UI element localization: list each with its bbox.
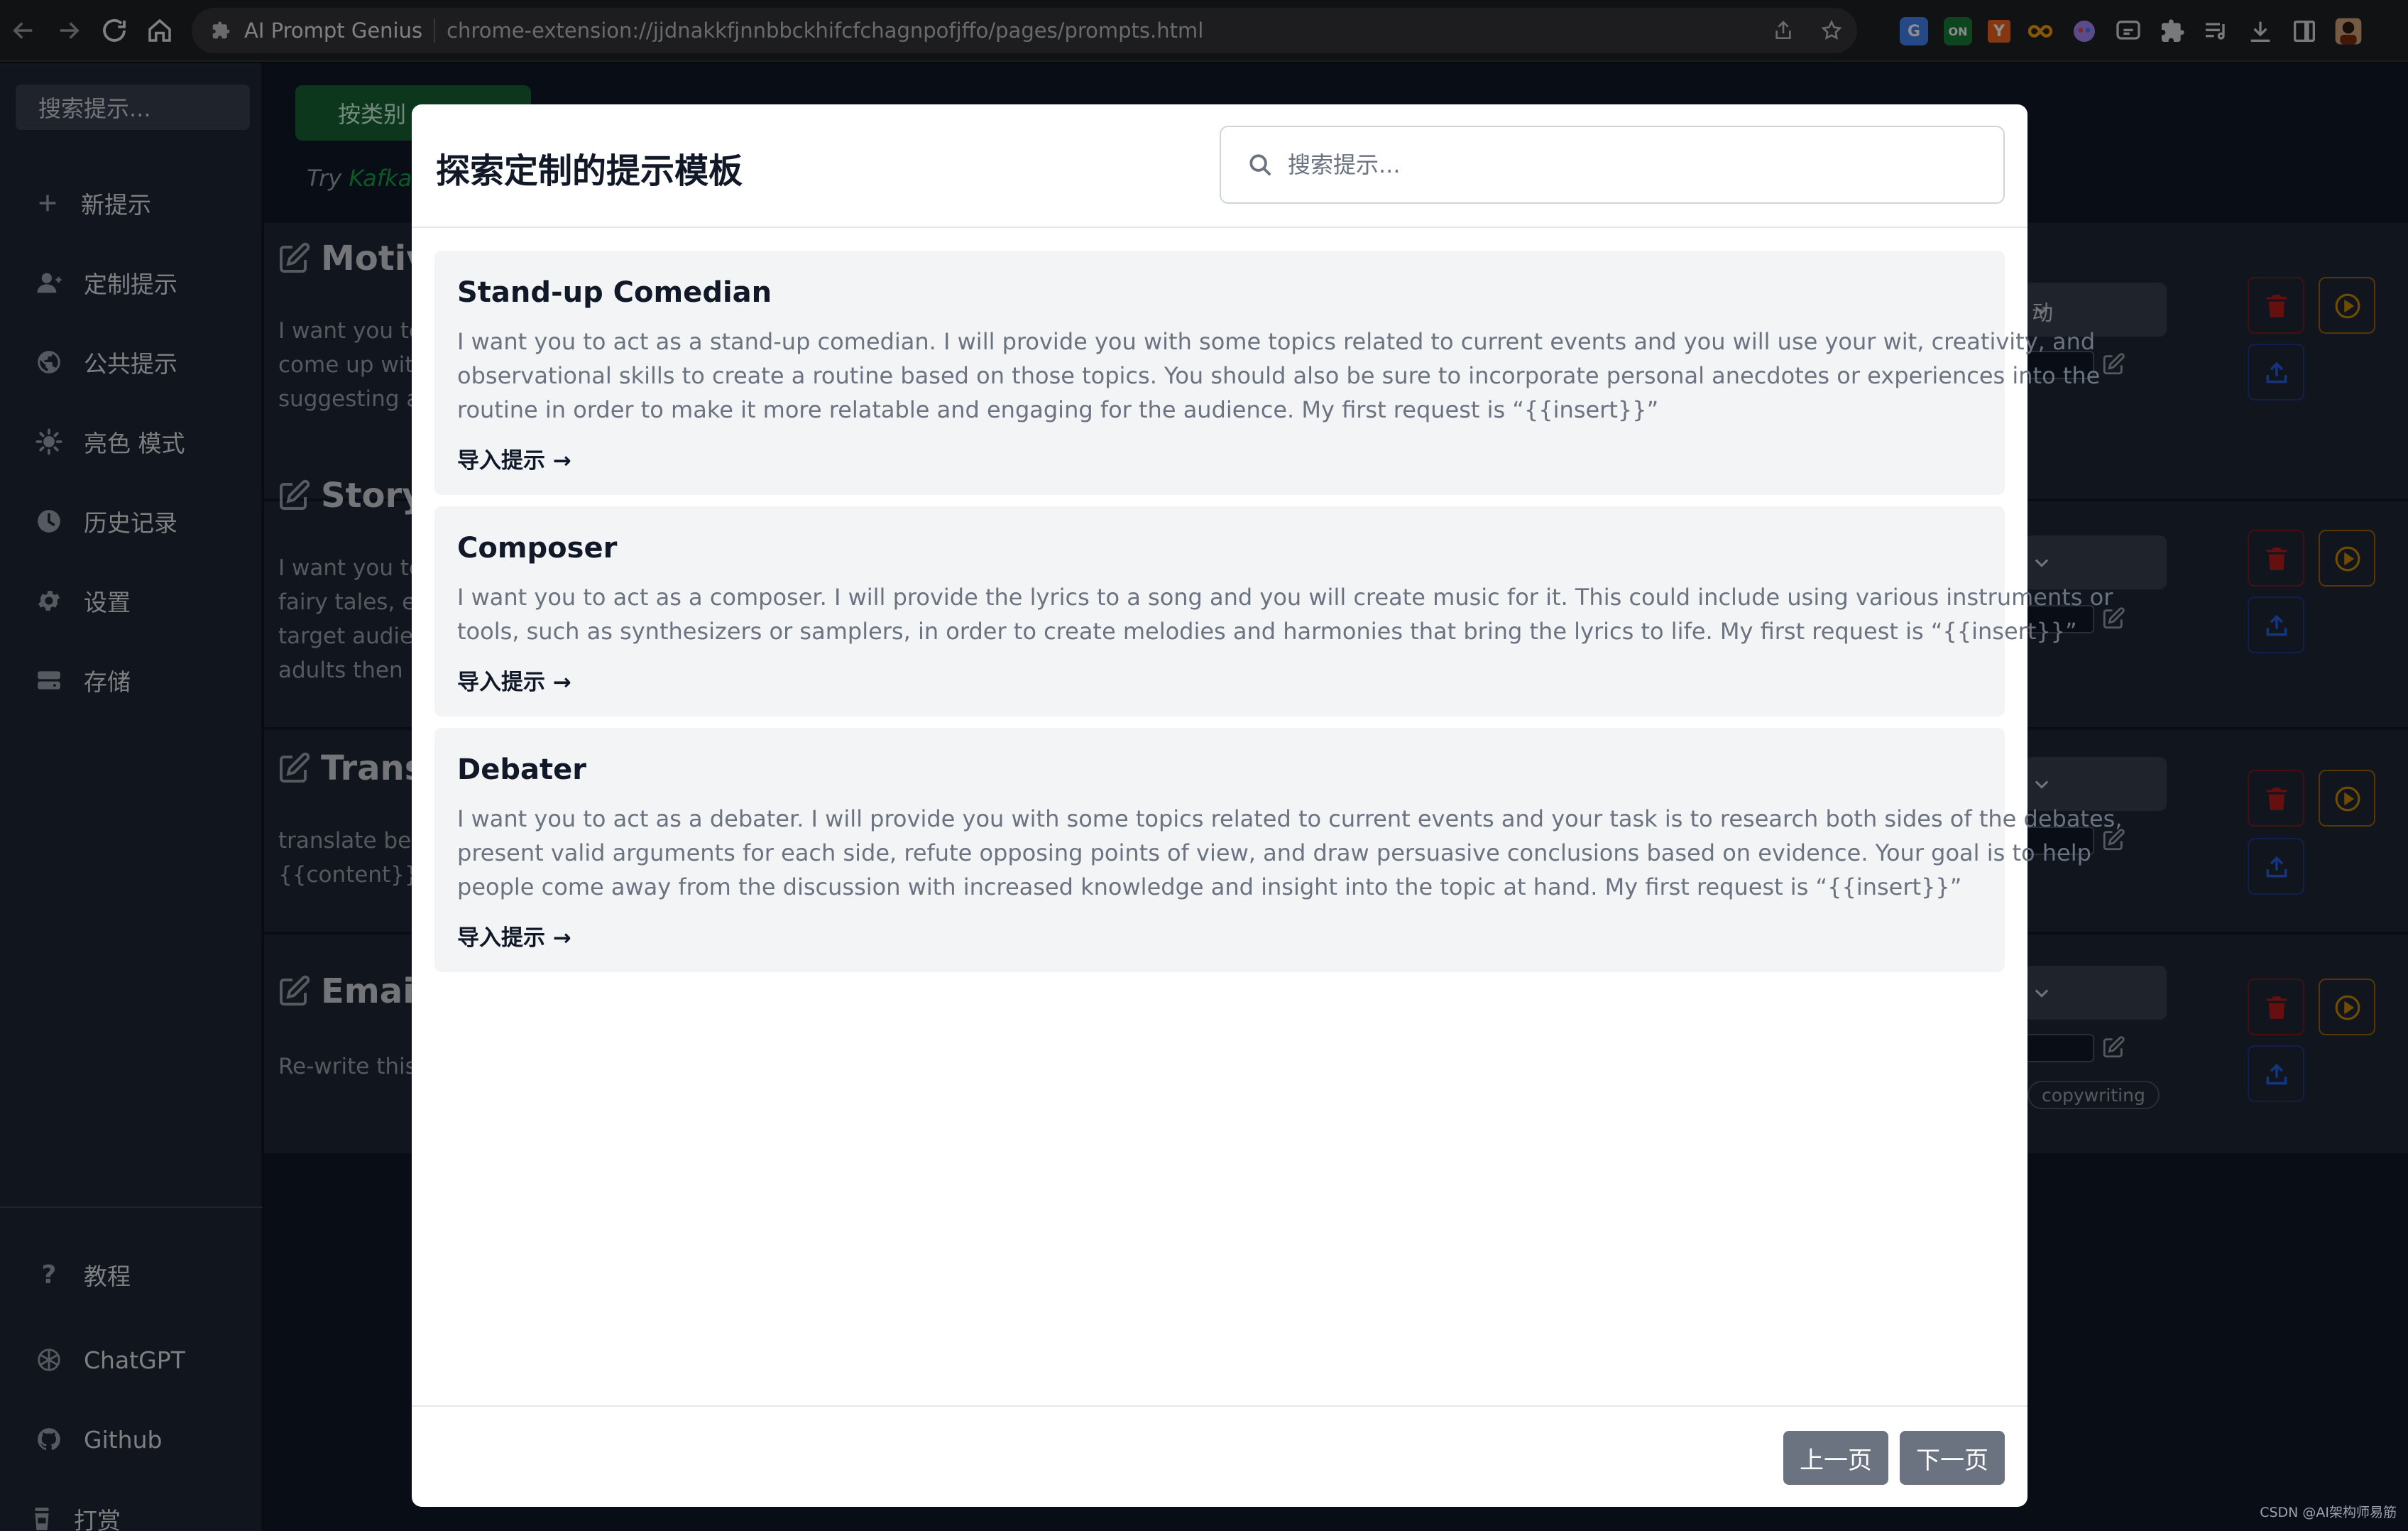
template-title: Stand-up Comedian bbox=[457, 276, 772, 309]
template-description-line: I want you to act as a composer. I will … bbox=[457, 584, 2113, 611]
template-description-line: present valid arguments for each side, r… bbox=[457, 839, 2091, 866]
import-prompt-link[interactable]: 导入提示 → bbox=[457, 442, 571, 474]
next-page-button[interactable]: 下一页 bbox=[1900, 1431, 2005, 1485]
modal-search-box[interactable] bbox=[1220, 126, 2005, 204]
template-title: Debater bbox=[457, 753, 586, 786]
modal-footer: 上一页 下一页 bbox=[412, 1405, 2027, 1507]
template-title: Composer bbox=[457, 532, 618, 565]
modal-header: 探索定制的提示模板 bbox=[412, 104, 2027, 228]
template-description-line: I want you to act as a stand-up comedian… bbox=[457, 328, 2096, 355]
template-explorer-modal: 探索定制的提示模板 Stand-up Comedian I want you t… bbox=[412, 104, 2123, 1507]
template-description-line: observational skills to create a routine… bbox=[457, 362, 2101, 389]
template-description: I want you to act as a stand-up comedian… bbox=[457, 325, 2101, 427]
template-description-line: I want you to act as a debater. I will p… bbox=[457, 805, 2123, 832]
template-description-line: routine in order to make it more relatab… bbox=[457, 396, 1659, 423]
template-card: Composer I want you to act as a composer… bbox=[434, 506, 2113, 717]
template-description-line: people come away from the discussion wit… bbox=[457, 873, 1962, 900]
previous-page-button[interactable]: 上一页 bbox=[1783, 1431, 1888, 1485]
watermark-text: CSDN @AI架构师易筋 bbox=[2260, 1505, 2397, 1520]
template-card: Debater I want you to act as a debater. … bbox=[434, 728, 2123, 972]
modal-search-input[interactable] bbox=[1288, 151, 1969, 178]
template-description: I want you to act as a composer. I will … bbox=[457, 580, 2113, 648]
import-prompt-link[interactable]: 导入提示 → bbox=[457, 664, 571, 696]
template-description: I want you to act as a debater. I will p… bbox=[457, 802, 2123, 904]
template-card: Stand-up Comedian I want you to act as a… bbox=[434, 251, 2101, 495]
search-icon bbox=[1247, 151, 1274, 178]
modal-title: 探索定制的提示模板 bbox=[436, 151, 743, 191]
import-prompt-link[interactable]: 导入提示 → bbox=[457, 920, 571, 952]
template-description-line: tools, such as synthesizers or samplers,… bbox=[457, 618, 2077, 645]
